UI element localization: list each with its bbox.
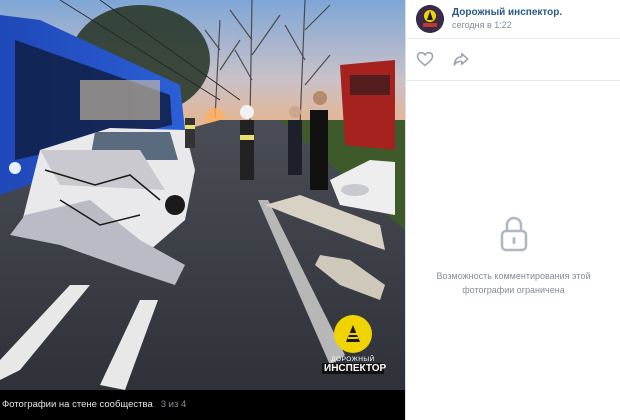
avatar[interactable] [416, 5, 444, 33]
share-icon[interactable] [452, 50, 470, 68]
divider [406, 38, 620, 39]
heart-icon[interactable] [416, 50, 434, 68]
watermark-circle-icon [334, 315, 372, 353]
photo-footer: Фотографии на стене сообщества 3 из 4 [0, 390, 407, 420]
divider [406, 80, 620, 81]
album-link[interactable]: Фотографии на стене сообщества [2, 399, 153, 410]
post-author: Дорожный инспектор. сегодня в 1:22 [416, 4, 562, 34]
photo-viewer: ДОРОЖНЫЙ ИНСПЕКТОР Фотографии на стене с… [0, 0, 407, 420]
comments-restricted: Возможность комментирования этой фотогра… [406, 214, 620, 297]
post-actions [416, 50, 470, 68]
author-name[interactable]: Дорожный инспектор. [452, 6, 562, 19]
side-panel: Дорожный инспектор. сегодня в 1:22 Возмо… [405, 0, 620, 420]
road-inspector-logo-icon [416, 5, 444, 33]
comments-restricted-text: Возможность комментирования этой фотогра… [436, 271, 591, 295]
watermark-line1: ДОРОЖНЫЙ [331, 356, 375, 363]
watermark-logo: ДОРОЖНЫЙ ИНСПЕКТОР [322, 315, 387, 383]
photo[interactable]: ДОРОЖНЫЙ ИНСПЕКТОР [0, 0, 405, 390]
traffic-cone-icon [346, 325, 360, 342]
lock-icon [498, 214, 530, 254]
watermark-line2: ИНСПЕКТОР [322, 363, 387, 374]
post-timestamp[interactable]: сегодня в 1:22 [452, 19, 562, 32]
photo-counter: 3 из 4 [160, 399, 187, 410]
